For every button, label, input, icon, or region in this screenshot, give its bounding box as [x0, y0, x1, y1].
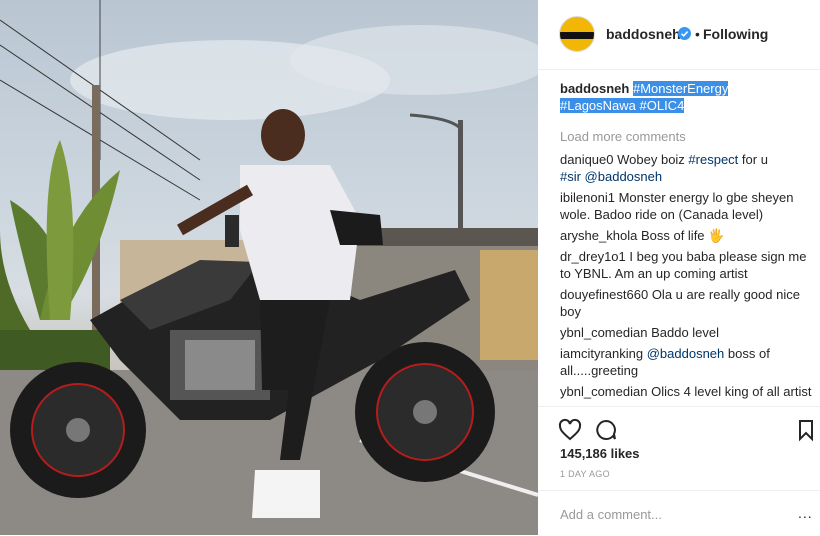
- bookmark-icon[interactable]: [794, 418, 818, 442]
- comment-username[interactable]: ibilenoni1: [560, 190, 615, 205]
- add-comment-bar: Add a comment... ...: [538, 490, 820, 536]
- comment-username[interactable]: dr_drey1o1: [560, 249, 626, 264]
- comment-mention[interactable]: @baddosneh: [647, 346, 725, 361]
- avatar[interactable]: [559, 16, 595, 52]
- comment-icon[interactable]: [594, 418, 618, 442]
- comment-text: Olics 4 level king of all artist: [651, 384, 812, 399]
- comment-username[interactable]: douyefinest660: [560, 287, 648, 302]
- header-username[interactable]: baddosneh: [606, 26, 681, 42]
- comment-hashtag[interactable]: #respect: [688, 152, 738, 167]
- caption-username[interactable]: baddosneh: [560, 81, 629, 96]
- post-header: baddosneh • Following: [538, 0, 820, 70]
- comment-username[interactable]: ybnl_comedian: [560, 325, 647, 340]
- more-options-button[interactable]: ...: [798, 505, 813, 521]
- comment: ibilenoni1 Monster energy lo gbe sheyen …: [560, 189, 812, 223]
- comment-username[interactable]: aryshe_khola: [560, 228, 637, 243]
- comment-username[interactable]: danique0: [560, 152, 614, 167]
- caption-hashtag[interactable]: #LagosNawa #OLIC4: [560, 98, 685, 113]
- comment: iamcityranking @baddosneh boss of all...…: [560, 345, 812, 379]
- following-button[interactable]: Following: [703, 26, 768, 42]
- add-comment-input[interactable]: Add a comment...: [560, 507, 662, 522]
- likes-count[interactable]: 145,186 likes: [560, 446, 640, 461]
- comment: danique0 Wobey boiz #respect for u #sir …: [560, 151, 812, 185]
- verified-badge-icon: [678, 27, 691, 40]
- comment: dr_drey1o1 I beg you baba please sign me…: [560, 248, 812, 282]
- caption-hashtag[interactable]: #MonsterEnergy: [632, 81, 729, 96]
- comment-list: baddosneh #MonsterEnergy #LagosNawa #OLI…: [560, 80, 812, 404]
- comment-username[interactable]: ybnl_comedian: [560, 384, 647, 399]
- comment: ybnl_comedian Olics 4 level king of all …: [560, 383, 812, 400]
- post-side-panel: baddosneh • Following baddosneh #Monster…: [538, 0, 820, 535]
- post-photo-art: [0, 0, 538, 535]
- comment: ybnl_comedian Baddo level: [560, 324, 812, 341]
- comment-hashtag[interactable]: #sir @baddosneh: [560, 169, 662, 184]
- timestamp[interactable]: 1 DAY AGO: [560, 469, 610, 479]
- comment-text: Boss of life 🖐: [640, 228, 725, 243]
- load-more-comments-link[interactable]: Load more comments: [560, 128, 812, 145]
- comment-username[interactable]: iamcityranking: [560, 346, 643, 361]
- comment-text: Wobey boiz: [617, 152, 689, 167]
- separator-dot: •: [695, 26, 700, 42]
- action-bar: [538, 406, 820, 447]
- caption: baddosneh #MonsterEnergy #LagosNawa #OLI…: [560, 80, 812, 114]
- comment: douyefinest660 Ola u are really good nic…: [560, 286, 812, 320]
- comment-text: Baddo level: [651, 325, 720, 340]
- post-photo[interactable]: [0, 0, 538, 535]
- comment-text: for u: [738, 152, 768, 167]
- comment: aryshe_khola Boss of life 🖐: [560, 227, 812, 244]
- heart-icon[interactable]: [558, 418, 582, 442]
